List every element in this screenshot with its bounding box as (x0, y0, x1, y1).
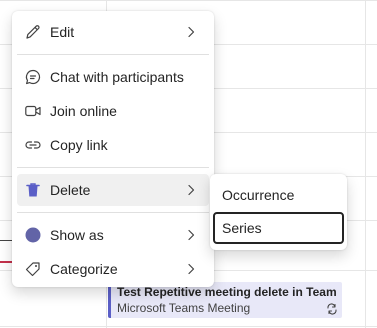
menu-item-label: Chat with participants (50, 69, 184, 85)
grid-column-line (365, 0, 366, 328)
link-icon (23, 135, 43, 155)
chevron-right-icon (188, 26, 195, 38)
trash-icon (23, 180, 43, 200)
repeat-icon (327, 303, 337, 315)
status-dot-icon (23, 225, 43, 245)
chevron-right-icon (188, 263, 195, 275)
menu-item-label: Join online (50, 103, 117, 119)
chevron-right-icon (188, 184, 195, 196)
delete-submenu: Occurrence Series (210, 174, 347, 250)
menu-item-edit[interactable]: Edit (17, 16, 209, 48)
menu-item-label: Copy link (50, 137, 108, 153)
submenu-item-series[interactable]: Series (213, 212, 344, 244)
grid-line (0, 326, 377, 327)
menu-item-chat-with-participants[interactable]: Chat with participants (17, 61, 209, 93)
menu-item-label: Edit (50, 24, 75, 40)
menu-divider (17, 167, 209, 168)
menu-item-label: Show as (50, 227, 104, 243)
calendar-event[interactable]: Test Repetitive meeting delete in Teams … (108, 282, 342, 318)
menu-item-show-as[interactable]: Show as (17, 219, 209, 251)
event-subtitle: Microsoft Teams Meeting (117, 301, 251, 315)
submenu-item-occurrence[interactable]: Occurrence (213, 179, 344, 211)
event-context-menu: Edit Chat with participants Join online (12, 11, 214, 287)
menu-item-delete[interactable]: Delete (17, 174, 209, 206)
menu-item-join-online[interactable]: Join online (17, 95, 209, 127)
menu-divider (17, 212, 209, 213)
grid-line (0, 0, 377, 1)
menu-item-categorize[interactable]: Categorize (17, 253, 209, 285)
tag-icon (23, 259, 43, 279)
menu-item-label: Delete (50, 182, 91, 198)
chat-icon (23, 67, 43, 87)
video-icon (23, 101, 43, 121)
menu-divider (17, 54, 209, 55)
chevron-right-icon (188, 229, 195, 241)
menu-item-label: Categorize (50, 261, 118, 277)
menu-item-copy-link[interactable]: Copy link (17, 129, 209, 161)
event-title: Test Repetitive meeting delete in Teams (117, 285, 336, 299)
pencil-icon (23, 22, 43, 42)
